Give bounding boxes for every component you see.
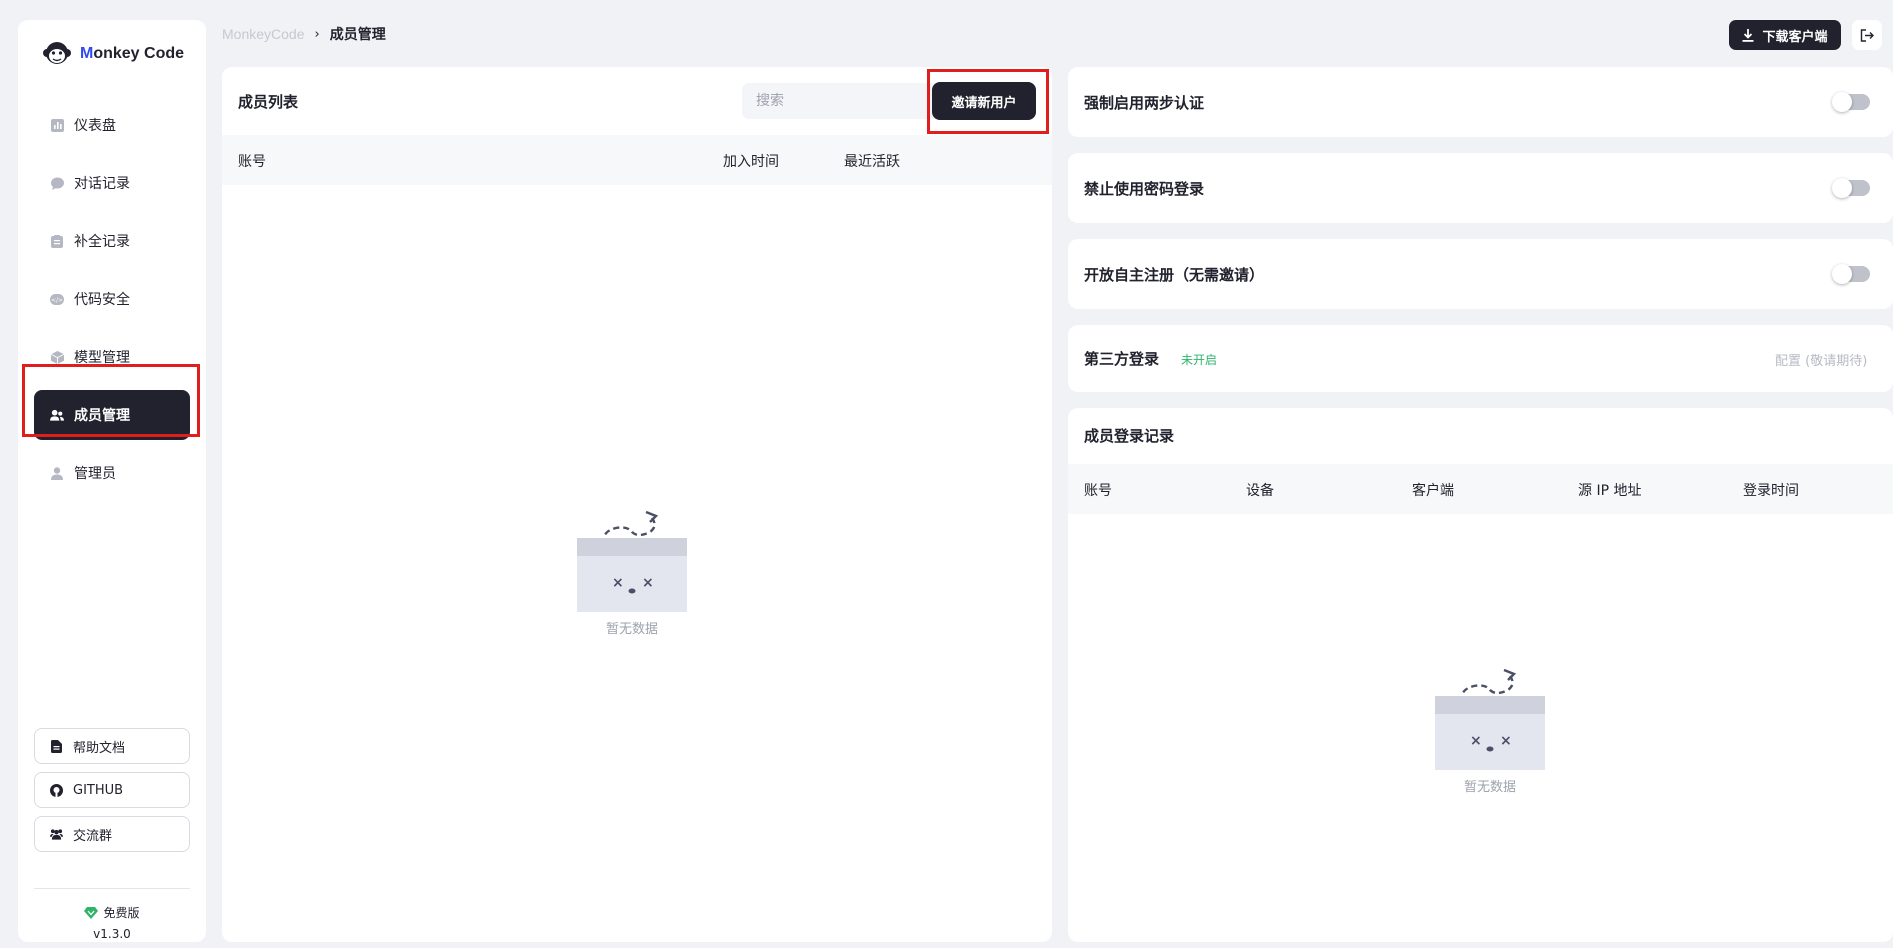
setting-label: 强制启用两步认证 (1084, 94, 1205, 112)
login-log-title: 成员登录记录 (1084, 427, 1175, 445)
setting-open-registration: 开放自主注册（无需邀请） (1068, 239, 1893, 309)
empty-text: 暂无数据 (1463, 780, 1516, 795)
sidebar-item-label: 对话记录 (74, 176, 130, 192)
column-header-source-ip: 源 IP 地址 (1578, 483, 1642, 499)
sidebar-item-code-security[interactable]: </> 代码安全 (34, 274, 190, 324)
column-header-account: 账号 (238, 154, 266, 170)
third-party-login-card: 第三方登录 未开启 配置 (敬请期待) (1068, 325, 1893, 392)
logo[interactable]: Monkey Code (42, 36, 184, 72)
dashboard-icon (50, 118, 64, 132)
column-header-account: 账号 (1084, 483, 1112, 499)
plan-badge: 免费版 (34, 904, 190, 921)
member-list-card: 成员列表 邀请新用户 账号 加入时间 最近活跃 × × 暂无数据 (222, 67, 1052, 942)
open-registration-toggle[interactable] (1832, 264, 1870, 284)
version-label: v1.3.0 (93, 927, 131, 941)
column-header-last-active: 最近活跃 (844, 154, 900, 170)
breadcrumb-root[interactable]: MonkeyCode (222, 26, 305, 42)
breadcrumb: MonkeyCode › 成员管理 (222, 24, 386, 44)
setting-force-2fa: 强制启用两步认证 (1068, 67, 1893, 137)
group-icon (50, 828, 63, 841)
shield-icon: </> (50, 292, 64, 306)
disable-password-login-toggle[interactable] (1832, 178, 1870, 198)
setting-disable-password-login: 禁止使用密码登录 (1068, 153, 1893, 223)
download-client-label: 下载客户端 (1762, 29, 1828, 45)
member-table-header: 账号 加入时间 最近活跃 (222, 135, 1052, 185)
sidebar-nav: 仪表盘 对话记录 补全记录 </> 代码安全 模型管理 成员管理 管理员 (34, 100, 190, 506)
svg-text:</>: </> (51, 297, 63, 304)
github-icon (50, 783, 63, 797)
empty-text: 暂无数据 (605, 622, 658, 637)
force-2fa-toggle[interactable] (1832, 92, 1870, 112)
cube-icon (50, 350, 64, 364)
chat-icon (50, 176, 64, 190)
empty-box-icon: × × (577, 510, 687, 612)
highlight-box-sidebar (22, 364, 200, 437)
diamond-icon (84, 906, 99, 919)
status-badge: 未开启 (1181, 353, 1218, 367)
breadcrumb-current: 成员管理 (329, 27, 386, 43)
column-header-device: 设备 (1246, 483, 1274, 499)
sidebar-item-dashboard[interactable]: 仪表盘 (34, 100, 190, 150)
login-log-table-header: 账号 设备 客户端 源 IP 地址 登录时间 (1068, 464, 1893, 514)
sidebar-item-admin[interactable]: 管理员 (34, 448, 190, 498)
sidebar-item-label: 补全记录 (74, 234, 130, 250)
setting-label: 禁止使用密码登录 (1084, 180, 1205, 198)
empty-state: × × 暂无数据 (1430, 640, 1550, 795)
svg-text:×: × (642, 575, 654, 591)
github-button[interactable]: GITHUB (34, 772, 190, 808)
community-group-label: 交流群 (73, 828, 113, 844)
monkey-logo-icon (43, 42, 71, 64)
logout-button[interactable] (1852, 20, 1882, 50)
admin-icon (50, 466, 64, 480)
help-docs-label: 帮助文档 (73, 740, 126, 756)
sidebar-item-label: 管理员 (74, 466, 116, 482)
brand-name: Monkey Code (80, 45, 185, 62)
third-party-login-title: 第三方登录 (1084, 350, 1160, 368)
help-docs-button[interactable]: 帮助文档 (34, 728, 190, 764)
svg-text:×: × (1470, 733, 1482, 749)
version-info: 免费版 v1.3.0 (34, 904, 190, 941)
search-input[interactable] (742, 83, 942, 119)
sidebar-item-completion-records[interactable]: 补全记录 (34, 216, 190, 266)
github-label: GITHUB (73, 782, 124, 798)
document-icon (50, 739, 63, 753)
config-link[interactable]: 配置 (敬请期待) (1775, 350, 1867, 369)
sidebar-links: 帮助文档 GITHUB 交流群 (34, 728, 190, 860)
sidebar-divider (34, 888, 190, 889)
breadcrumb-separator: › (314, 26, 320, 42)
sidebar-item-chat-records[interactable]: 对话记录 (34, 158, 190, 208)
download-client-button[interactable]: 下载客户端 (1729, 20, 1841, 50)
svg-text:×: × (612, 575, 624, 591)
column-header-join-time: 加入时间 (723, 154, 779, 170)
login-log-card: 成员登录记录 账号 设备 客户端 源 IP 地址 登录时间 × × 暂无数据 (1068, 408, 1893, 942)
column-header-client: 客户端 (1412, 483, 1454, 499)
empty-box-icon: × × (1435, 668, 1545, 770)
plan-label: 免费版 (103, 906, 140, 920)
logout-icon (1860, 28, 1874, 42)
community-group-button[interactable]: 交流群 (34, 816, 190, 852)
sidebar-item-label: 代码安全 (74, 292, 130, 308)
member-list-title: 成员列表 (238, 93, 299, 111)
setting-label: 开放自主注册（无需邀请） (1084, 266, 1265, 284)
sidebar-item-label: 仪表盘 (74, 118, 116, 134)
svg-text:×: × (1500, 733, 1512, 749)
download-icon (1742, 28, 1754, 42)
highlight-box-invite (927, 69, 1049, 134)
clipboard-icon (50, 234, 64, 248)
empty-state: × × 暂无数据 (572, 482, 692, 637)
sidebar: Monkey Code 仪表盘 对话记录 补全记录 </> 代码安全 模型管理 … (18, 20, 206, 942)
column-header-login-time: 登录时间 (1743, 483, 1799, 499)
